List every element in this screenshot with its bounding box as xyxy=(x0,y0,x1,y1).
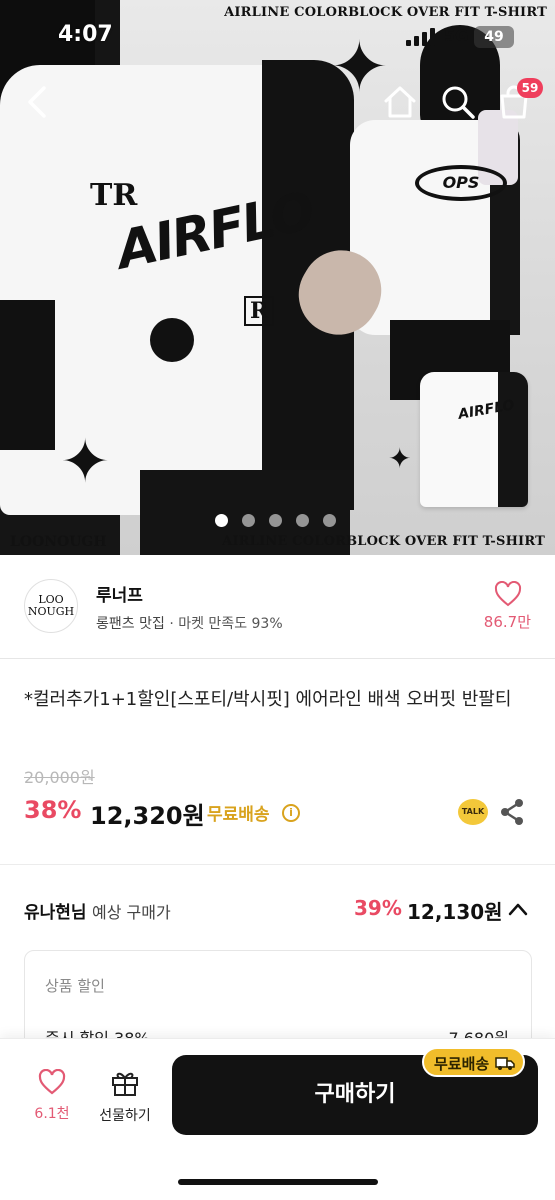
carousel-dot[interactable] xyxy=(215,514,228,527)
discount-header: 상품 할인 xyxy=(45,977,105,995)
expected-price-label: 예상 구매가 xyxy=(92,903,171,922)
flat-shirt-panel xyxy=(498,372,528,507)
battery-icon: 49 xyxy=(474,26,514,48)
product-title: *컬러추가1+1할인[스포티/박시핏] 에어라인 배색 오버핏 반팔티 xyxy=(24,689,512,710)
like-count: 6.1천 xyxy=(34,1106,70,1122)
chevron-left-icon xyxy=(28,86,46,118)
seller-satisfaction: 마켓 만족도 93% xyxy=(178,616,283,632)
expected-discount-percent: 39% xyxy=(354,896,402,920)
seller-meta: 롱팬츠 맛집 · 마켓 만족도 93% xyxy=(96,613,283,633)
sparkle-icon: ✦ xyxy=(60,427,111,497)
info-icon[interactable]: i xyxy=(282,804,300,822)
signal-icon xyxy=(406,28,436,46)
image-bottom-title: AIRLINE COLORBLOCK OVER FIT T-SHIRT xyxy=(222,534,545,549)
model-sleeve xyxy=(0,300,55,450)
user-name: 유나현님 xyxy=(24,903,87,923)
carousel-dot[interactable] xyxy=(269,514,282,527)
seller-tag: 롱팬츠 맛집 xyxy=(96,616,165,632)
cart-count-badge: 59 xyxy=(517,78,543,98)
image-title: AIRLINE COLORBLOCK OVER FIT T-SHIRT xyxy=(224,5,547,20)
expected-price: 12,130원 xyxy=(407,900,503,924)
shirt-monogram: TR xyxy=(90,178,138,213)
sparkle-icon: ✦ xyxy=(388,442,412,475)
image-brand-caption: LOONOUGH xyxy=(10,534,107,550)
home-indicator xyxy=(178,1179,378,1185)
network-label: 5G xyxy=(444,26,469,45)
product-info: *컬러추가1+1할인[스포티/박시핏] 에어라인 배색 오버핏 반팔티 20,0… xyxy=(0,660,555,865)
truck-icon xyxy=(495,1057,515,1070)
search-button[interactable] xyxy=(438,82,478,122)
home-icon xyxy=(384,86,416,118)
home-button[interactable] xyxy=(380,82,420,122)
carousel-dot[interactable] xyxy=(242,514,255,527)
seller-name[interactable]: 루너프 xyxy=(96,581,143,606)
expected-price-row[interactable]: 유나현님 예상 구매가 39% 12,130원 xyxy=(0,866,555,950)
gift-button[interactable]: 선물하기 xyxy=(92,1069,158,1129)
chevron-up-icon[interactable] xyxy=(507,900,529,918)
free-shipping-label: 무료배송 xyxy=(207,805,270,825)
bottom-action-bar: 6.1천 선물하기 구매하기 무료배송 xyxy=(0,1038,555,1200)
share-icon[interactable] xyxy=(500,798,524,826)
carousel-dots xyxy=(215,514,345,528)
carousel-dot[interactable] xyxy=(323,514,336,527)
discount-percent: 38% xyxy=(24,796,82,824)
free-shipping-pill-label: 무료배송 xyxy=(434,1055,490,1073)
free-shipping-pill: 무료배송 xyxy=(422,1047,526,1077)
status-time: 4:07 xyxy=(58,22,113,47)
shirt-r-patch: R xyxy=(244,296,275,326)
shirt-ops-logo: OPS xyxy=(415,165,507,201)
search-icon xyxy=(442,86,475,119)
gift-label: 선물하기 xyxy=(99,1108,151,1124)
store-like-heart-icon[interactable] xyxy=(494,581,522,607)
like-button[interactable]: 6.1천 xyxy=(22,1069,82,1129)
seller-section[interactable]: LOO NOUGH 루너프 롱팬츠 맛집 · 마켓 만족도 93% 86.7만 xyxy=(0,555,555,659)
original-price: 20,000원 xyxy=(24,768,95,787)
sale-price: 12,320원 xyxy=(90,802,205,830)
meta-separator: · xyxy=(169,616,179,632)
seller-logo[interactable]: LOO NOUGH xyxy=(24,579,78,633)
shirt-emblem xyxy=(150,318,194,362)
carousel-dot[interactable] xyxy=(296,514,309,527)
status-bar: 4:07 5G 49 xyxy=(0,22,555,54)
store-like-count: 86.7만 xyxy=(483,613,531,631)
heart-icon xyxy=(38,1069,66,1095)
back-button[interactable] xyxy=(22,82,56,122)
gift-icon xyxy=(112,1072,138,1096)
kakao-talk-icon[interactable]: TALK xyxy=(458,799,488,825)
seller-logo-line2: NOUGH xyxy=(27,605,75,618)
